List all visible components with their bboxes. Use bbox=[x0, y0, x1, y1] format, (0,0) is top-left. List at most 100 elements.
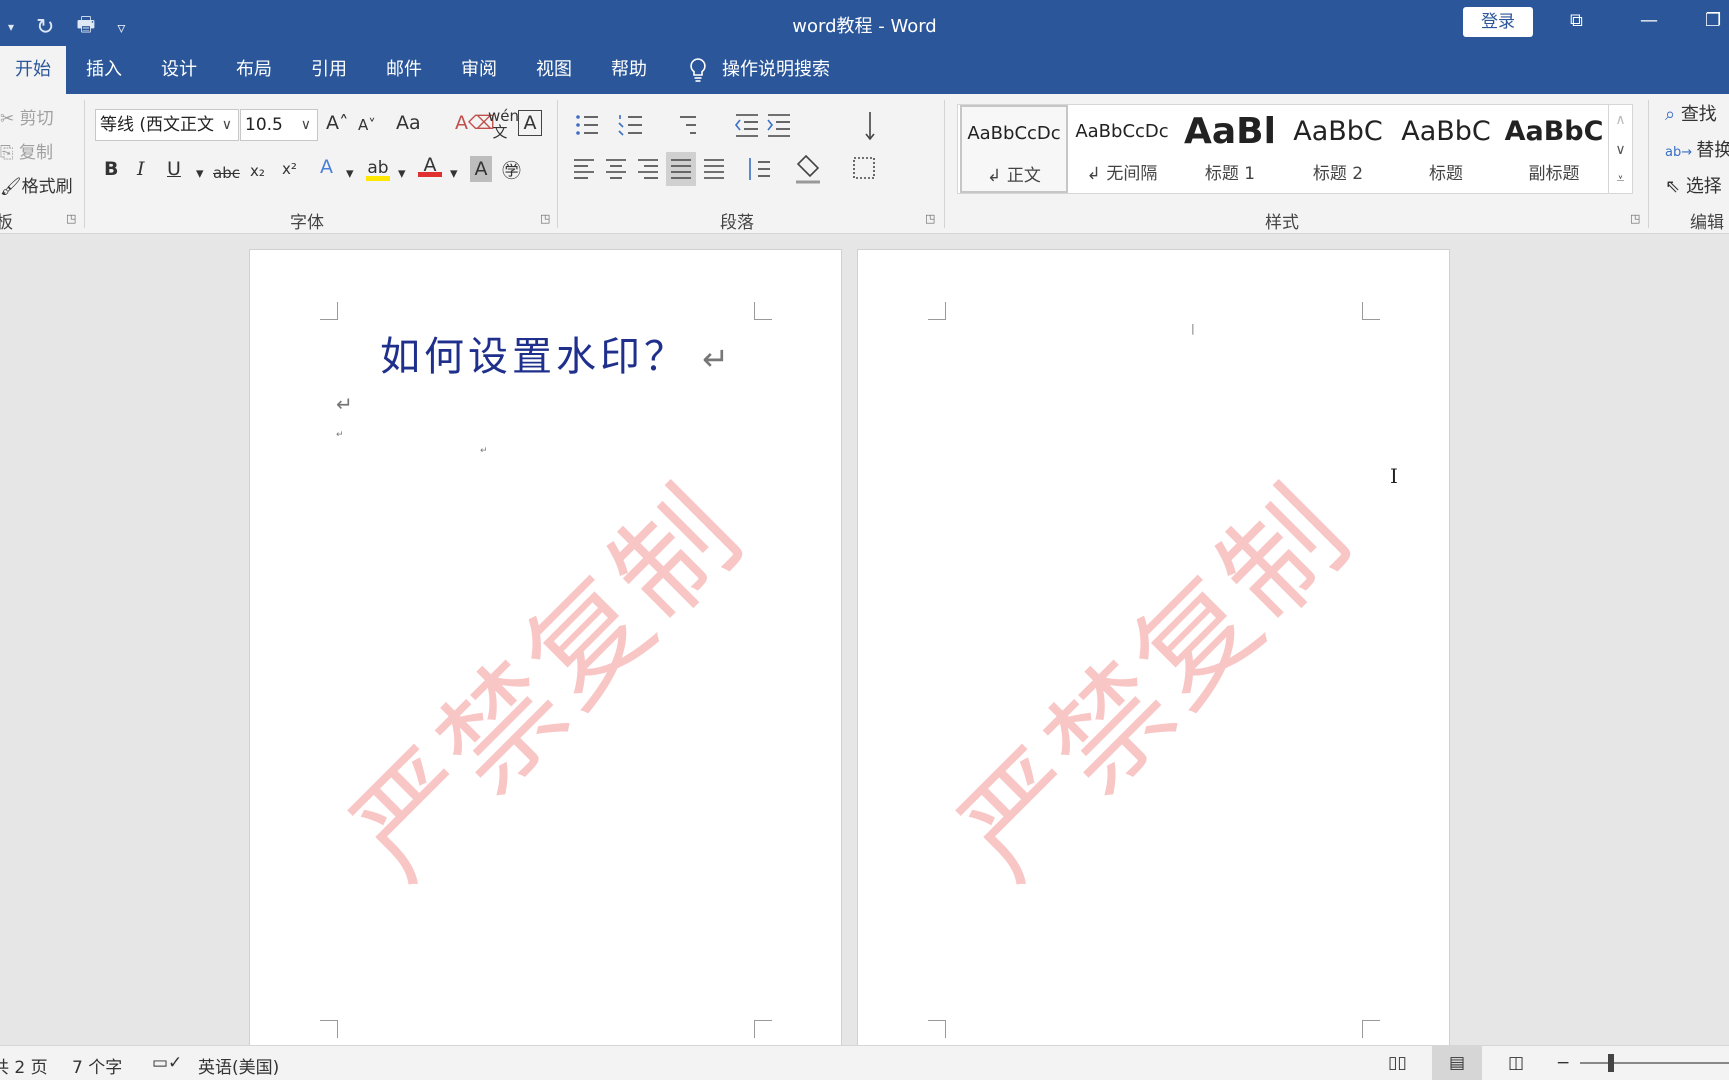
copy-icon: ⎘ bbox=[0, 143, 20, 163]
font-size-combo[interactable]: 10.5 ∨ bbox=[240, 109, 318, 141]
chevron-down-icon[interactable]: ∨ bbox=[301, 110, 311, 140]
style-caption: 标题 1 bbox=[1204, 164, 1256, 184]
margin-corner bbox=[1362, 1020, 1380, 1038]
tab-insert[interactable]: 插入 bbox=[78, 46, 130, 94]
highlight-dropdown-icon[interactable]: ▾ bbox=[398, 164, 406, 182]
numbering-icon[interactable] bbox=[618, 115, 642, 136]
style-caption: ↲ 正文 bbox=[987, 166, 1041, 186]
shading-icon[interactable] bbox=[796, 154, 820, 184]
cut-button[interactable]: ✂ 剪切 bbox=[0, 104, 54, 129]
bullets-icon[interactable] bbox=[576, 115, 598, 135]
chevron-up-icon[interactable]: ∧ bbox=[1609, 105, 1632, 135]
style-normal[interactable]: AaBbCcDc ↲ 正文 bbox=[960, 105, 1068, 193]
replace-icon: ab→ bbox=[1665, 145, 1697, 160]
line-spacing-icon[interactable] bbox=[749, 158, 770, 180]
font-color-dropdown-icon[interactable]: ▾ bbox=[450, 164, 458, 182]
text-effects-button[interactable]: A bbox=[320, 156, 333, 178]
highlight-button[interactable]: ab bbox=[366, 156, 390, 181]
editing-group-label: 编辑 bbox=[1690, 213, 1724, 233]
paragraph-controls bbox=[574, 112, 875, 186]
align-left-icon[interactable] bbox=[574, 159, 594, 179]
tab-references[interactable]: 引用 bbox=[303, 46, 355, 94]
underline-dropdown-icon[interactable]: ▾ bbox=[196, 164, 204, 182]
borders-icon[interactable] bbox=[853, 157, 875, 179]
grow-font-button[interactable]: A˄ bbox=[326, 112, 349, 134]
ribbon: ✂ 剪切 ⎘ 复制 🖌格式刷 板 ◳ 等线 (西文正文 ∨ 10.5 ∨ A˄ … bbox=[0, 94, 1729, 234]
phonetic-guide-button[interactable]: wén文 bbox=[488, 108, 519, 140]
distributed-icon[interactable] bbox=[704, 159, 724, 179]
lightbulb-icon bbox=[690, 58, 706, 82]
tab-design[interactable]: 设计 bbox=[153, 46, 205, 94]
watermark-text: 严禁复制 bbox=[934, 461, 1377, 905]
document-page-2[interactable]: 严禁复制 | bbox=[857, 249, 1450, 1049]
login-button[interactable]: 登录 bbox=[1463, 7, 1533, 37]
decrease-indent-icon[interactable] bbox=[734, 114, 758, 137]
text-effects-dropdown-icon[interactable]: ▾ bbox=[346, 164, 354, 182]
gallery-more-icon[interactable]: ⩡ bbox=[1609, 165, 1632, 193]
zoom-slider-thumb[interactable] bbox=[1608, 1054, 1614, 1072]
tab-help[interactable]: 帮助 bbox=[603, 46, 655, 94]
strikethrough-button[interactable]: abc bbox=[213, 164, 240, 182]
tell-me-search[interactable]: 操作说明搜索 bbox=[688, 46, 830, 94]
style-caption: 副标题 bbox=[1528, 164, 1580, 184]
language-indicator[interactable]: 英语(美国) bbox=[198, 1053, 279, 1078]
chevron-down-icon[interactable]: ∨ bbox=[1609, 135, 1632, 165]
replace-button[interactable]: ab→ 替换 bbox=[1665, 136, 1729, 162]
document-page-1[interactable]: 严禁复制 如何设置水印？ ↵ ↵ ↵ ↵ bbox=[249, 249, 842, 1049]
chevron-down-icon[interactable]: ∨ bbox=[222, 110, 232, 140]
align-center-icon[interactable] bbox=[606, 159, 626, 179]
underline-button[interactable]: U bbox=[167, 158, 181, 180]
magnifier-icon: ⌕ bbox=[1665, 104, 1681, 125]
print-layout-icon[interactable]: ▤ bbox=[1432, 1046, 1482, 1080]
document-heading[interactable]: 如何设置水印？ ↵ bbox=[380, 324, 733, 382]
web-layout-icon[interactable]: ◫ bbox=[1508, 1053, 1524, 1073]
style-subtitle[interactable]: AaBbC 副标题 bbox=[1500, 105, 1608, 193]
font-name-combo[interactable]: 等线 (西文正文 ∨ bbox=[95, 109, 239, 141]
restore-button[interactable]: ❐ bbox=[1705, 10, 1721, 31]
proofing-icon[interactable]: ▭✓ bbox=[152, 1053, 182, 1073]
tab-layout[interactable]: 布局 bbox=[228, 46, 280, 94]
character-shading-button[interactable]: A bbox=[470, 156, 492, 182]
copy-button[interactable]: ⎘ 复制 bbox=[0, 138, 53, 163]
clipboard-group-label: 板 bbox=[0, 213, 13, 233]
word-count[interactable]: 7 个字 bbox=[72, 1053, 122, 1078]
tab-review[interactable]: 审阅 bbox=[453, 46, 505, 94]
align-right-icon[interactable] bbox=[638, 159, 658, 179]
character-border-button[interactable]: A bbox=[518, 110, 542, 136]
ribbon-display-icon[interactable]: ⧉ bbox=[1570, 10, 1583, 31]
format-painter-button[interactable]: 🖌格式刷 bbox=[0, 172, 73, 197]
page-count[interactable]: 共 2 页 bbox=[0, 1053, 48, 1078]
find-button[interactable]: ⌕ 查找 bbox=[1665, 100, 1717, 126]
style-no-spacing[interactable]: AaBbCcDc ↲ 无间隔 bbox=[1068, 105, 1176, 193]
enclose-characters-button[interactable]: ㊫ bbox=[502, 156, 521, 183]
increase-indent-icon[interactable] bbox=[767, 114, 790, 137]
sort-icon[interactable] bbox=[865, 112, 875, 141]
zoom-slider[interactable] bbox=[1580, 1054, 1729, 1072]
group-divider bbox=[557, 100, 558, 228]
font-launcher-icon[interactable]: ◳ bbox=[540, 212, 550, 225]
superscript-button[interactable]: x² bbox=[282, 160, 297, 178]
tab-mailings[interactable]: 邮件 bbox=[378, 46, 430, 94]
font-color-button[interactable]: A bbox=[418, 154, 442, 177]
justify-active-bg bbox=[666, 152, 696, 186]
change-case-button[interactable]: Aa bbox=[396, 112, 421, 134]
zoom-out-icon[interactable]: − bbox=[1556, 1053, 1570, 1073]
tab-home[interactable]: 开始 bbox=[0, 46, 66, 94]
shrink-font-button[interactable]: A˅ bbox=[358, 116, 376, 134]
tab-view[interactable]: 视图 bbox=[528, 46, 580, 94]
group-divider bbox=[84, 100, 85, 228]
styles-scroll: ∧ ∨ ⩡ bbox=[1609, 104, 1633, 194]
multilevel-list-icon[interactable] bbox=[680, 116, 696, 134]
style-heading-2[interactable]: AaBbC 标题 2 bbox=[1284, 105, 1392, 193]
minimize-button[interactable]: — bbox=[1640, 10, 1658, 31]
paragraph-launcher-icon[interactable]: ◳ bbox=[925, 212, 935, 225]
style-heading-1[interactable]: AaBl 标题 1 bbox=[1176, 105, 1284, 193]
subscript-button[interactable]: x₂ bbox=[250, 162, 265, 180]
clipboard-launcher-icon[interactable]: ◳ bbox=[66, 212, 76, 225]
italic-button[interactable]: I bbox=[137, 158, 145, 180]
select-button[interactable]: ⇖ 选择 bbox=[1665, 172, 1722, 198]
style-title[interactable]: AaBbC 标题 bbox=[1392, 105, 1500, 193]
styles-launcher-icon[interactable]: ◳ bbox=[1630, 212, 1640, 225]
read-mode-icon[interactable]: ▯▯ bbox=[1388, 1053, 1407, 1073]
bold-button[interactable]: B bbox=[104, 158, 118, 180]
